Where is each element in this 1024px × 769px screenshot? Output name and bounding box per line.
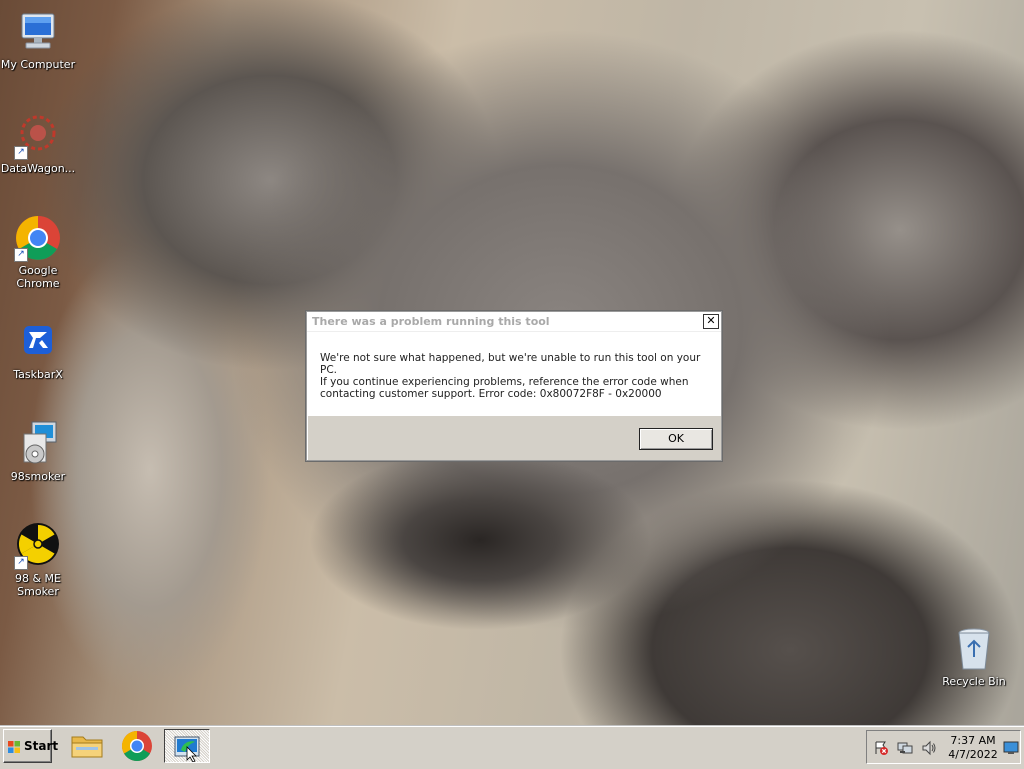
folder-icon (71, 736, 103, 758)
desktop-icon-label: 98smoker (10, 470, 66, 483)
taskbar-app-file-explorer[interactable] (64, 729, 110, 763)
desktop-icon-label: My Computer (0, 58, 76, 71)
desktop-icon-taskbarx[interactable]: TaskbarX (0, 318, 76, 381)
action-center-warning-icon[interactable] (873, 740, 889, 756)
desktop-icon-label: Recycle Bin (942, 675, 1006, 688)
chrome-icon (121, 731, 152, 762)
desktop-icon-recycle-bin[interactable]: Recycle Bin (936, 625, 1012, 688)
desktop-icon-datawagon[interactable]: ↗ DataWagon... (0, 112, 76, 175)
clock[interactable]: 7:37 AM 4/7/2022 (947, 734, 999, 762)
volume-icon[interactable] (921, 740, 937, 756)
dialog-message: We're not sure what happened, but we're … (307, 332, 721, 416)
datawagon-icon: ↗ (14, 112, 62, 160)
taskbar: Start 7:37 AM 4/7/2022 (0, 726, 1024, 769)
media-creation-tool-icon (174, 736, 200, 763)
radiation-icon: ↗ (14, 522, 62, 570)
clock-time: 7:37 AM (950, 734, 996, 747)
start-label: Start (24, 739, 59, 753)
desktop-icon-google-chrome[interactable]: ↗ Google Chrome (0, 214, 76, 290)
desktop-icon-label: 98 & ME Smoker (14, 572, 61, 598)
shortcut-arrow-icon: ↗ (14, 248, 28, 262)
my-computer-icon (14, 8, 62, 56)
dialog-title: There was a problem running this tool (312, 315, 550, 328)
desktop-icon-98smoker[interactable]: 98smoker (0, 420, 76, 483)
show-desktop-icon[interactable] (1003, 741, 1019, 755)
shortcut-arrow-icon: ↗ (14, 146, 28, 160)
windows-flag-icon (8, 741, 20, 753)
error-dialog: There was a problem running this tool ✕ … (306, 311, 722, 461)
dialog-titlebar[interactable]: There was a problem running this tool ✕ (307, 312, 721, 332)
desktop-icon-label: DataWagon... (0, 162, 76, 175)
network-icon[interactable] (897, 740, 913, 756)
close-icon: ✕ (706, 314, 716, 327)
recycle-bin-icon (950, 625, 998, 673)
clock-date: 4/7/2022 (948, 748, 998, 761)
installer-icon (14, 420, 62, 468)
desktop-icon-my-computer[interactable]: My Computer (0, 8, 76, 71)
ok-button[interactable]: OK (639, 428, 713, 450)
taskbar-app-media-creation-tool[interactable] (164, 729, 210, 763)
desktop-icon-label: Google Chrome (16, 264, 60, 290)
start-button[interactable]: Start (3, 729, 58, 763)
desktop-icon-label: TaskbarX (13, 368, 63, 381)
system-tray: 7:37 AM 4/7/2022 (866, 730, 1021, 764)
desktop: My Computer ↗ DataWagon... ↗ Google Chro (0, 0, 1024, 726)
desktop-icon-98-me-smoker[interactable]: ↗ 98 & ME Smoker (0, 522, 76, 598)
close-button[interactable]: ✕ (703, 314, 719, 329)
taskbar-app-google-chrome[interactable] (114, 729, 160, 763)
chrome-icon: ↗ (14, 214, 62, 262)
taskbarx-icon (14, 318, 62, 366)
shortcut-arrow-icon: ↗ (14, 556, 28, 570)
